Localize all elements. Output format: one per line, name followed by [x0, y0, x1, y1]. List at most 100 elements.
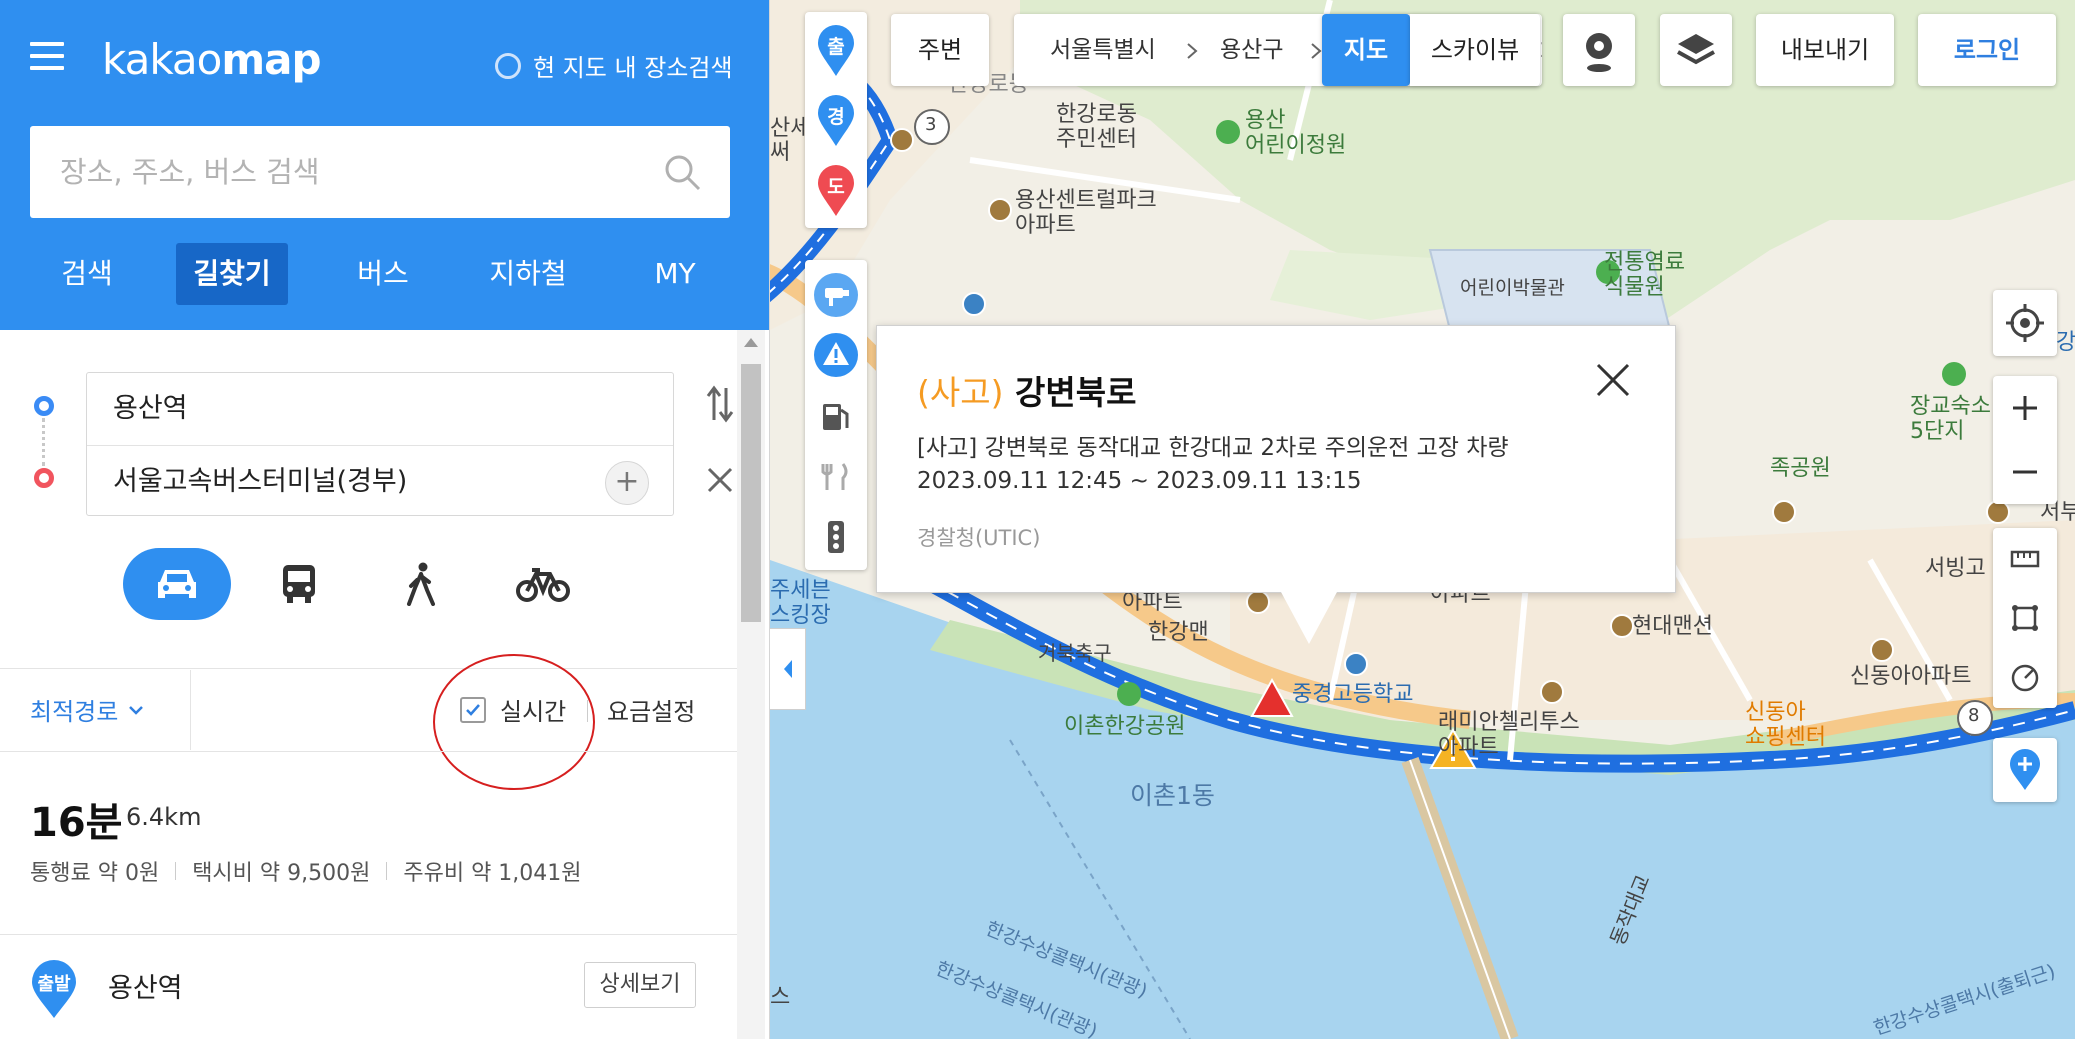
tab-subway[interactable]: 지하철 [474, 243, 582, 305]
walk-icon [407, 562, 435, 606]
map-label-junggyeong-highschool: 중경고등학교 [1292, 682, 1414, 707]
map-label-central-park-apt: 용산센트럴파크 아파트 [1015, 188, 1157, 239]
gas-station-icon[interactable] [817, 398, 855, 436]
zoom-out-icon[interactable] [1993, 440, 2057, 504]
search-icon[interactable] [662, 152, 702, 192]
divider [0, 934, 737, 935]
incident-time: 2023.09.11 12:45 ~ 2023.09.11 13:15 [917, 468, 1362, 494]
swap-icon[interactable] [705, 384, 735, 424]
roadview-button[interactable] [1563, 14, 1635, 86]
map-label-ichon-hangang-park: 이촌한강공원 [1064, 714, 1186, 739]
landmark-icon[interactable] [962, 292, 986, 316]
map-label-turtle-football: 거북축구 [1038, 641, 1112, 665]
collapse-panel-button[interactable] [770, 628, 806, 710]
radius-icon[interactable] [1993, 648, 2057, 708]
popup-tail [1281, 592, 1337, 644]
map-label-park-partial: 족공원 [1770, 456, 1831, 481]
map-label-edge-east: 강동 [2056, 330, 2075, 355]
detail-button[interactable]: 상세보기 [584, 962, 696, 1008]
taxi-cost: 택시비 약 9,500원 [192, 861, 371, 886]
logo-text-light: kakao [102, 35, 222, 84]
kakaomap-logo[interactable]: kakaomap [102, 34, 322, 86]
destination-badge: 도 [827, 176, 845, 198]
cctv-icon[interactable] [813, 272, 859, 318]
area-measure-icon[interactable] [1993, 588, 2057, 648]
map-label-hangangno-center: 한강로동 주민센터 [1056, 102, 1137, 153]
panel-header: kakaomap 현 지도 내 장소검색 검색 길찾기 버스 지하철 MY [0, 0, 769, 330]
traffic-light-icon[interactable] [817, 518, 855, 556]
chevron-down-icon [129, 705, 144, 715]
destination-field[interactable]: 서울고속버스터미널(경부) [87, 445, 673, 517]
mode-bus-button[interactable] [245, 548, 353, 620]
add-waypoint-button[interactable]: + [605, 461, 649, 505]
map-label-shindonga-shopping: 신동아 쇼핑센터 [1745, 700, 1826, 751]
route-point-markers [34, 396, 54, 488]
origin-field[interactable]: 용산역 [87, 373, 673, 445]
building-icon[interactable] [890, 128, 914, 152]
zoom-in-icon[interactable] [1993, 376, 2057, 440]
breadcrumb-district[interactable]: 용산구 [1220, 14, 1283, 86]
ruler-icon[interactable] [1993, 528, 2057, 588]
add-place-button[interactable] [1993, 738, 2057, 802]
tab-search[interactable]: 검색 [38, 243, 136, 305]
toll-cost: 통행료 약 0원 [30, 861, 160, 886]
incident-source: 경찰청(UTIC) [917, 526, 1041, 550]
menu-icon[interactable] [30, 42, 64, 70]
area-search-toggle[interactable]: 현 지도 내 장소검색 [495, 48, 733, 83]
crosshair-icon [2006, 304, 2044, 342]
skyview-button[interactable]: 스카이뷰 [1410, 14, 1540, 86]
map-label-edge-4: 스 [770, 985, 791, 1010]
scroll-thumb[interactable] [741, 364, 761, 622]
map-label-edge-2: 써 [770, 140, 791, 165]
route-input-box: 용산역 서울고속버스터미널(경부) + [86, 372, 674, 516]
restaurant-icon[interactable] [817, 458, 855, 496]
school-icon[interactable] [1344, 652, 1368, 676]
building-icon[interactable] [1870, 638, 1894, 662]
zoom-controls [1993, 376, 2057, 504]
map-label-dye-garden: 전통염료 식물원 [1604, 250, 1685, 301]
building-icon[interactable] [1610, 614, 1634, 638]
panel-scrollbar[interactable] [737, 330, 765, 1039]
tab-my[interactable]: MY [626, 243, 724, 305]
tab-directions[interactable]: 길찾기 [176, 243, 288, 305]
layer-tools-group [805, 260, 867, 570]
chevron-right-icon [1311, 43, 1322, 59]
area-search-label: 현 지도 내 장소검색 [533, 54, 733, 82]
start-badge: 출발 [37, 974, 71, 995]
transport-modes [123, 548, 583, 620]
main-nav: 검색 길찾기 버스 지하철 MY [0, 243, 769, 305]
building-icon[interactable] [1772, 500, 1796, 524]
chevron-right-icon [1187, 43, 1198, 59]
close-icon[interactable] [706, 466, 734, 494]
popup-title: (사고) 강변북로 [917, 366, 1136, 414]
roadview-icon [1586, 33, 1612, 72]
building-icon[interactable] [1246, 590, 1270, 614]
warning-icon[interactable] [813, 332, 859, 378]
building-icon[interactable] [988, 198, 1012, 222]
chevron-left-icon [783, 660, 792, 678]
route-option-label: 최적경로 [30, 698, 119, 726]
origin-badge: 출 [827, 36, 845, 58]
scroll-up-icon[interactable] [744, 338, 758, 347]
close-icon[interactable] [1595, 362, 1631, 398]
tab-bus[interactable]: 버스 [334, 243, 432, 305]
search-input[interactable] [60, 126, 640, 218]
layers-button[interactable] [1660, 14, 1732, 86]
breadcrumb-partial: 29 [1540, 14, 1542, 86]
destination-dot-icon [34, 468, 54, 488]
divider [0, 668, 737, 669]
building-icon[interactable] [1540, 680, 1564, 704]
mode-bike-button[interactable] [489, 548, 597, 620]
mode-walk-button[interactable] [367, 548, 475, 620]
export-button[interactable]: 내보내기 [1756, 14, 1894, 86]
route-option-dropdown[interactable]: 최적경로 [30, 692, 144, 727]
fare-setting-button[interactable]: 요금설정 [607, 692, 695, 727]
nearby-button[interactable]: 주변 [891, 14, 989, 86]
login-button[interactable]: 로그인 [1918, 14, 2056, 86]
map-mode-button[interactable]: 지도 [1322, 14, 1410, 86]
divider [190, 670, 191, 750]
current-location-button[interactable] [1993, 290, 2057, 356]
breadcrumb-city[interactable]: 서울특별시 [1050, 14, 1156, 86]
mode-car-button[interactable] [123, 548, 231, 620]
map-label-apt-left: 아파트 [1122, 590, 1183, 615]
